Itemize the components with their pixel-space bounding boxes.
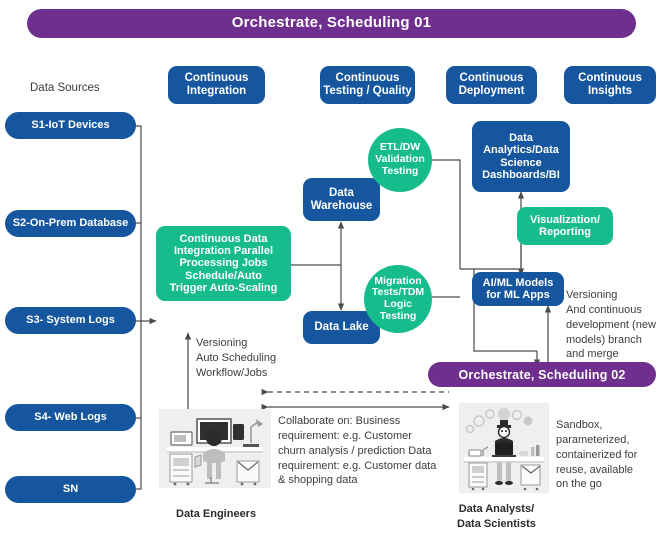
persona-data-engineers-label: Data Engineers	[176, 508, 257, 520]
data-sources-title: Data Sources	[30, 82, 100, 94]
annotation-collaborate-requirements: Collaborate on: Business requirement: e.…	[278, 415, 437, 487]
banner-orchestrate-01-label: Orchestrate, Scheduling 01	[231, 14, 432, 32]
header-continuous-testing-quality-label: Continuous Testing / Quality	[323, 72, 412, 97]
node-visualization-reporting[interactable]: Visualization/ Reporting	[517, 207, 613, 245]
source-sn-label: SN	[62, 483, 79, 496]
annotation-versioning-continuous-development: Versioning And continuous development (n…	[566, 289, 656, 361]
annotation-versioning-auto-scheduling: Versioning Auto Scheduling Workflow/Jobs	[196, 337, 277, 379]
banner-orchestrate-01[interactable]: Orchestrate, Scheduling 01	[27, 9, 636, 38]
source-s1-iot-devices-label: S1-IoT Devices	[31, 119, 110, 132]
data-engineer-workstation-icon	[159, 409, 271, 488]
node-continuous-data-integration-label: Continuous Data Integration Parallel Pro…	[169, 232, 278, 294]
node-migration-tests-tdm[interactable]: Migration Tests/TDM Logic Testing	[364, 265, 432, 333]
header-continuous-insights-label: Continuous Insights	[578, 72, 642, 97]
header-continuous-deployment[interactable]: Continuous Deployment	[446, 66, 537, 104]
node-data-lake-label: Data Lake	[314, 321, 369, 334]
banner-orchestrate-02[interactable]: Orchestrate, Scheduling 02	[428, 362, 656, 387]
header-continuous-insights[interactable]: Continuous Insights	[564, 66, 656, 104]
source-s2-on-prem-database-label: S2-On-Prem Database	[12, 217, 129, 230]
node-ai-ml-models[interactable]: AI/ML Models for ML Apps	[472, 272, 564, 306]
source-s4-web-logs[interactable]: S4- Web Logs	[5, 404, 136, 431]
source-s3-system-logs[interactable]: S3- System Logs	[5, 307, 136, 334]
node-etl-dw-validation-testing[interactable]: ETL/DW Validation Testing	[368, 128, 432, 192]
node-continuous-data-integration[interactable]: Continuous Data Integration Parallel Pro…	[156, 226, 291, 301]
persona-data-analysts-label: Data Analysts/ Data Scientists	[457, 503, 536, 530]
node-data-analytics-science-bi[interactable]: Data Analytics/Data Science Dashboards/B…	[472, 121, 570, 192]
node-migration-tests-tdm-label: Migration Tests/TDM Logic Testing	[371, 274, 425, 322]
header-continuous-deployment-label: Continuous Deployment	[458, 72, 525, 97]
illustration-data-engineers	[159, 409, 271, 488]
banner-orchestrate-02-label: Orchestrate, Scheduling 02	[458, 367, 626, 382]
source-sn[interactable]: SN	[5, 476, 136, 503]
header-continuous-integration-label: Continuous Integration	[184, 72, 249, 97]
source-s2-on-prem-database[interactable]: S2-On-Prem Database	[5, 210, 136, 237]
data-analyst-workstation-icon	[459, 403, 549, 493]
header-continuous-testing-quality[interactable]: Continuous Testing / Quality	[320, 66, 415, 104]
node-visualization-reporting-label: Visualization/ Reporting	[529, 213, 601, 238]
diagram-canvas: Orchestrate, Scheduling 01 Orchestrate, …	[0, 0, 663, 543]
header-continuous-integration[interactable]: Continuous Integration	[168, 66, 265, 104]
node-data-analytics-science-bi-label: Data Analytics/Data Science Dashboards/B…	[482, 131, 560, 181]
node-data-warehouse-label: Data Warehouse	[310, 186, 373, 212]
illustration-data-analysts	[459, 403, 549, 493]
source-s3-system-logs-label: S3- System Logs	[26, 314, 115, 327]
node-etl-dw-validation-testing-label: ETL/DW Validation Testing	[375, 141, 425, 177]
annotation-sandbox: Sandbox, parameterized, containerized fo…	[556, 419, 638, 491]
source-s1-iot-devices[interactable]: S1-IoT Devices	[5, 112, 136, 139]
node-ai-ml-models-label: AI/ML Models for ML Apps	[482, 276, 554, 301]
source-s4-web-logs-label: S4- Web Logs	[34, 411, 107, 424]
node-data-warehouse[interactable]: Data Warehouse	[303, 178, 380, 221]
